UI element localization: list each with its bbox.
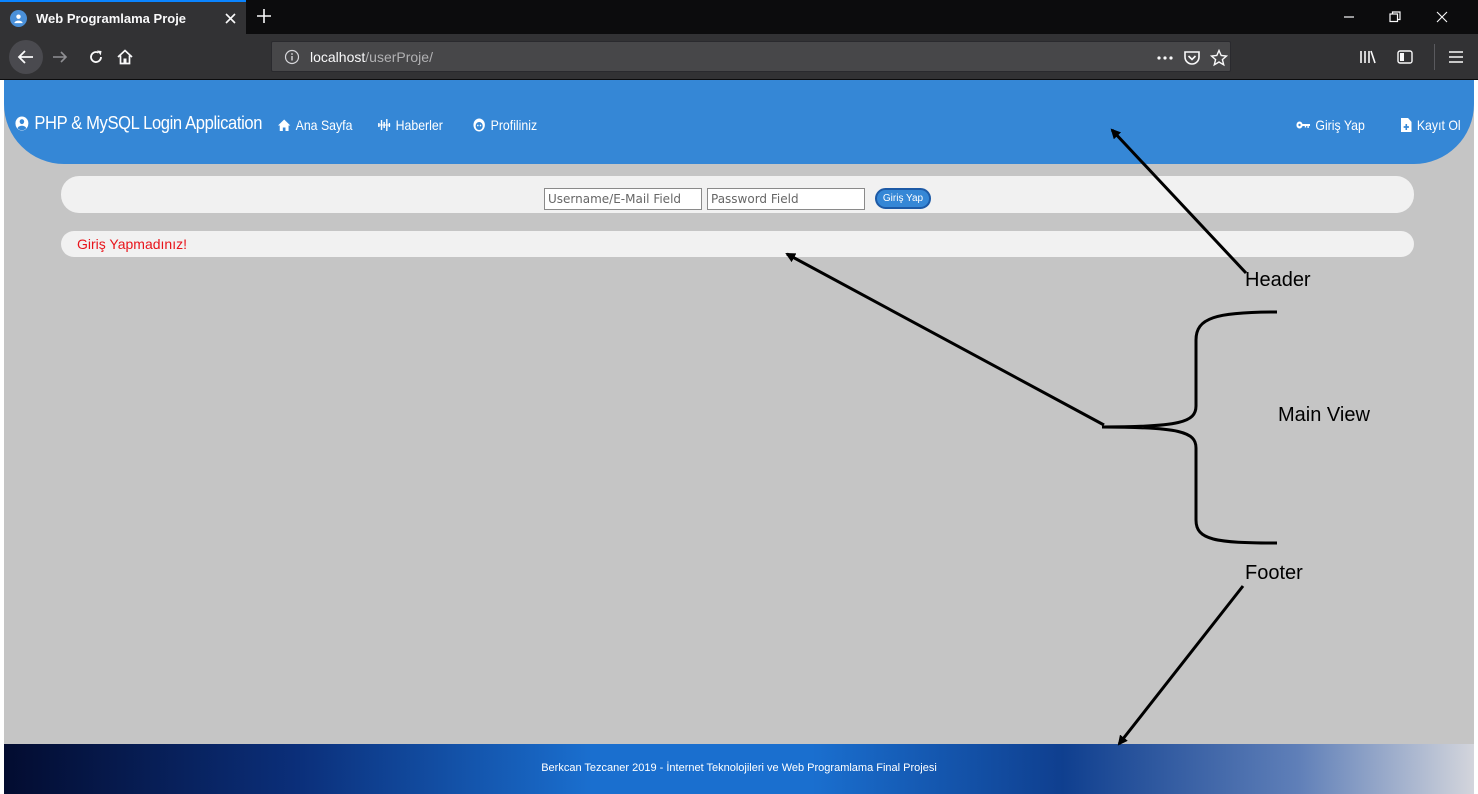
- bookmark-star-icon[interactable]: [1209, 48, 1229, 68]
- status-message: Giriş Yapmadınız!: [77, 236, 187, 252]
- footer-annotation-label: Footer: [1245, 562, 1303, 584]
- header-annotation-label: Header: [1245, 269, 1311, 291]
- info-icon[interactable]: [284, 49, 300, 65]
- reload-icon[interactable]: [83, 44, 109, 70]
- browser-tab-bar: Web Programlama Proje: [0, 0, 1478, 34]
- pocket-icon[interactable]: [1182, 48, 1202, 68]
- page-actions-icon[interactable]: [1155, 48, 1175, 68]
- brand-link[interactable]: PHP & MySQL Login Application: [15, 113, 262, 134]
- browser-tab-active[interactable]: Web Programlama Proje: [0, 0, 246, 34]
- password-input[interactable]: [707, 188, 865, 210]
- forward-arrow-icon[interactable]: [47, 44, 73, 70]
- url-path: /userProje/: [365, 49, 433, 65]
- tab-close-icon[interactable]: [220, 8, 240, 28]
- main-view-annotation-label: Main View: [1278, 404, 1370, 426]
- toolbar-separator: [1434, 44, 1435, 70]
- url-bar[interactable]: localhost/userProje/: [271, 41, 1231, 72]
- site-header: PHP & MySQL Login Application Ana Sayfa …: [4, 80, 1474, 164]
- window-minimize-icon[interactable]: [1338, 6, 1360, 28]
- sidebar-icon[interactable]: [1392, 44, 1418, 70]
- nav-link-profiliniz[interactable]: Profiliniz: [473, 117, 537, 133]
- status-message-bar: Giriş Yapmadınız!: [61, 231, 1414, 257]
- footer-text: Berkcan Tezcaner 2019 - İnternet Teknolo…: [541, 762, 937, 774]
- nav-link-giris-yap[interactable]: Giriş Yap: [1296, 117, 1365, 133]
- home-icon: [278, 119, 291, 131]
- browser-toolbar: localhost/userProje/: [0, 34, 1478, 80]
- nav-link-label: Ana Sayfa: [295, 117, 353, 133]
- window-restore-icon[interactable]: [1384, 6, 1406, 28]
- nav-link-label: Haberler: [395, 117, 443, 133]
- site-footer: Berkcan Tezcaner 2019 - İnternet Teknolo…: [4, 744, 1474, 794]
- login-submit-button[interactable]: Giriş Yap: [875, 188, 931, 209]
- nav-link-kayit-ol[interactable]: Kayıt Ol: [1401, 117, 1461, 133]
- nav-link-label: Giriş Yap: [1315, 117, 1365, 133]
- key-icon: [1296, 121, 1311, 129]
- user-circle-icon: [15, 116, 29, 131]
- library-icon[interactable]: [1355, 44, 1381, 70]
- web-page: PHP & MySQL Login Application Ana Sayfa …: [4, 80, 1474, 794]
- tab-title: Web Programlama Proje: [36, 10, 187, 26]
- face-icon: [473, 118, 485, 132]
- nav-link-ana-sayfa[interactable]: Ana Sayfa: [278, 117, 352, 133]
- nav-link-label: Profiliniz: [490, 117, 538, 133]
- nav-link-label: Kayıt Ol: [1416, 117, 1461, 133]
- url-host: localhost: [310, 49, 366, 65]
- pulse-icon: [378, 119, 391, 131]
- nav-link-haberler[interactable]: Haberler: [378, 117, 443, 133]
- hamburger-menu-icon[interactable]: [1443, 44, 1469, 70]
- user-favicon-icon: [10, 9, 27, 27]
- back-arrow-icon[interactable]: [9, 40, 43, 74]
- username-input[interactable]: [544, 188, 702, 210]
- home-icon[interactable]: [112, 44, 138, 70]
- new-tab-plus-icon[interactable]: [252, 4, 276, 28]
- file-plus-icon: [1401, 118, 1412, 132]
- login-form-bar: Giriş Yap: [61, 176, 1414, 213]
- brand-text: PHP & MySQL Login Application: [34, 113, 263, 133]
- screenshot-root: Web Programlama Proje localhost/userProj…: [0, 0, 1478, 794]
- window-close-icon[interactable]: [1431, 6, 1453, 28]
- url-text: localhost/userProje/: [310, 49, 433, 65]
